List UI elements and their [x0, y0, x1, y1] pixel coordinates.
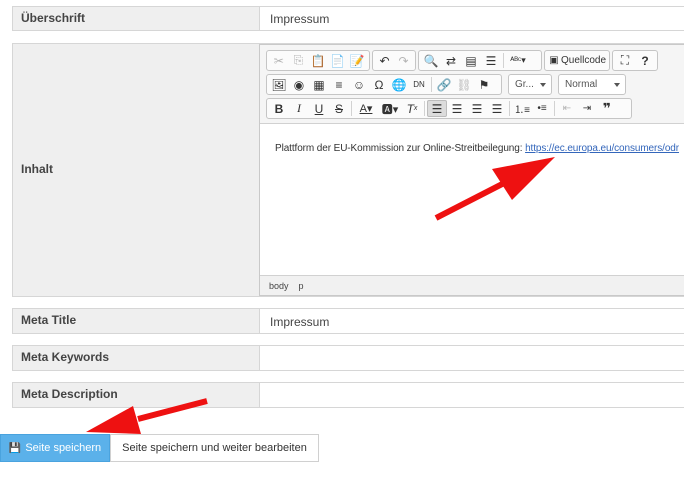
- ueberschrift-input[interactable]: Impressum: [260, 7, 684, 30]
- underline-icon[interactable]: U: [309, 100, 329, 117]
- bulleted-list-icon[interactable]: •≡: [532, 100, 552, 117]
- field-row-meta-description: Meta Description: [12, 382, 684, 408]
- iframe-icon[interactable]: 🌐: [389, 76, 409, 93]
- text-color-icon[interactable]: A▾: [354, 100, 378, 117]
- meta-keywords-input[interactable]: [260, 346, 684, 370]
- element-path-bar: body p: [260, 275, 684, 295]
- source-label: Quellcode: [561, 55, 607, 66]
- help-icon[interactable]: ?: [635, 52, 655, 69]
- align-left-icon[interactable]: ☰: [427, 100, 447, 117]
- meta-description-input[interactable]: [260, 383, 684, 407]
- chevron-down-icon: [614, 83, 620, 87]
- align-right-icon[interactable]: ☰: [467, 100, 487, 117]
- redo-icon[interactable]: ↷: [394, 52, 413, 69]
- maximize-icon[interactable]: ⛶: [615, 52, 635, 69]
- save-continue-button-label: Seite speichern und weiter bearbeiten: [122, 442, 307, 454]
- horizontal-line-icon[interactable]: ≡: [329, 76, 349, 93]
- style-select-value: Normal: [565, 79, 598, 90]
- content-text: Plattform der EU-Kommission zur Online-S…: [275, 143, 526, 154]
- editor-content[interactable]: Plattform der EU-Kommission zur Online-S…: [260, 125, 684, 275]
- formatting-group: B I U S A▾ 🅰▾ Tx ☰ ☰ ☰ ☰ ⒈≡ •≡ ⇤ ⇥ ❞: [266, 98, 632, 119]
- italic-icon[interactable]: I: [289, 100, 309, 117]
- special-char-icon[interactable]: Ω: [369, 76, 389, 93]
- paste-icon[interactable]: 📋: [308, 52, 328, 69]
- field-label: Meta Description: [13, 383, 260, 407]
- field-row-ueberschrift: Überschrift Impressum: [12, 6, 684, 31]
- paste-word-icon[interactable]: 📝: [347, 52, 367, 69]
- insert-group: 🖼 ◉ ▦ ≡ ☺ Ω 🌐 DN 🔗 ⛓ ⚑: [266, 74, 502, 95]
- toolbar-separator: [351, 101, 352, 116]
- indent-icon[interactable]: ⇥: [577, 100, 597, 117]
- odr-link[interactable]: https://ec.europa.eu/consumers/odr: [525, 143, 679, 154]
- format-select[interactable]: Gr...: [508, 74, 552, 95]
- save-icon: 💾: [8, 442, 22, 454]
- bold-icon[interactable]: B: [269, 100, 289, 117]
- flash-icon[interactable]: ◉: [289, 76, 309, 93]
- toolbar-separator: [431, 77, 432, 92]
- save-button-label: Seite speichern: [25, 442, 102, 454]
- source-icon: ▣: [549, 55, 559, 66]
- image-icon[interactable]: 🖼: [269, 76, 289, 93]
- link-icon[interactable]: 🔗: [434, 76, 454, 93]
- remove-format-block-icon[interactable]: ☰: [481, 52, 501, 69]
- blockquote-icon[interactable]: ❞: [597, 100, 617, 117]
- save-continue-button[interactable]: Seite speichern und weiter bearbeiten: [110, 434, 319, 462]
- path-p[interactable]: p: [299, 281, 304, 291]
- chevron-down-icon: [540, 83, 546, 87]
- copy-icon[interactable]: ⎘: [289, 52, 309, 69]
- rich-text-editor: ✂ ⎘ 📋 📄 📝 ↶ ↷ 🔍 ⇄ ▤ ☰ ᴬᴮᶜ▾ ▣ Quellcode ⛶…: [259, 44, 684, 296]
- cut-icon[interactable]: ✂: [269, 52, 289, 69]
- select-all-icon[interactable]: ▤: [461, 52, 481, 69]
- smiley-icon[interactable]: ☺: [349, 76, 369, 93]
- save-button[interactable]: 💾 Seite speichern: [0, 434, 110, 462]
- field-label: Überschrift: [13, 7, 260, 30]
- find-group: 🔍 ⇄ ▤ ☰ ᴬᴮᶜ▾: [418, 50, 542, 71]
- style-select[interactable]: Normal: [558, 74, 626, 95]
- field-label: Inhalt: [13, 44, 260, 296]
- view-group: ⛶ ?: [612, 50, 658, 71]
- toolbar-separator: [554, 101, 555, 116]
- spellcheck-icon[interactable]: ᴬᴮᶜ▾: [506, 52, 530, 69]
- table-icon[interactable]: ▦: [309, 76, 329, 93]
- meta-title-input[interactable]: Impressum: [260, 309, 684, 333]
- remove-format-icon[interactable]: Tx: [402, 100, 422, 117]
- bg-color-icon[interactable]: 🅰▾: [378, 100, 402, 117]
- replace-icon[interactable]: ⇄: [441, 52, 461, 69]
- editor-toolbar: ✂ ⎘ 📋 📄 📝 ↶ ↷ 🔍 ⇄ ▤ ☰ ᴬᴮᶜ▾ ▣ Quellcode ⛶…: [260, 45, 684, 124]
- strike-icon[interactable]: S: [329, 100, 349, 117]
- content-paragraph[interactable]: Plattform der EU-Kommission zur Online-S…: [275, 143, 679, 154]
- field-row-meta-keywords: Meta Keywords: [12, 345, 684, 371]
- format-select-value: Gr...: [515, 79, 534, 90]
- field-label: Meta Title: [13, 309, 260, 333]
- numbered-list-icon[interactable]: ⒈≡: [512, 100, 532, 117]
- outdent-icon[interactable]: ⇤: [557, 100, 577, 117]
- toolbar-separator: [509, 101, 510, 116]
- toolbar-separator: [424, 101, 425, 116]
- align-center-icon[interactable]: ☰: [447, 100, 467, 117]
- toolbar-separator: [503, 53, 504, 68]
- anchor-icon[interactable]: ⚑: [474, 76, 494, 93]
- source-button[interactable]: ▣ Quellcode: [544, 50, 610, 71]
- undo-group: ↶ ↷: [372, 50, 416, 71]
- field-row-meta-title: Meta Title Impressum: [12, 308, 684, 334]
- align-justify-icon[interactable]: ☰: [487, 100, 507, 117]
- find-icon[interactable]: 🔍: [421, 52, 441, 69]
- path-body[interactable]: body: [269, 281, 289, 291]
- field-label: Meta Keywords: [13, 346, 260, 370]
- unlink-icon[interactable]: ⛓: [454, 76, 474, 93]
- language-icon[interactable]: DN: [409, 76, 429, 93]
- undo-icon[interactable]: ↶: [375, 52, 394, 69]
- paste-text-icon[interactable]: 📄: [328, 52, 348, 69]
- clipboard-group: ✂ ⎘ 📋 📄 📝: [266, 50, 370, 71]
